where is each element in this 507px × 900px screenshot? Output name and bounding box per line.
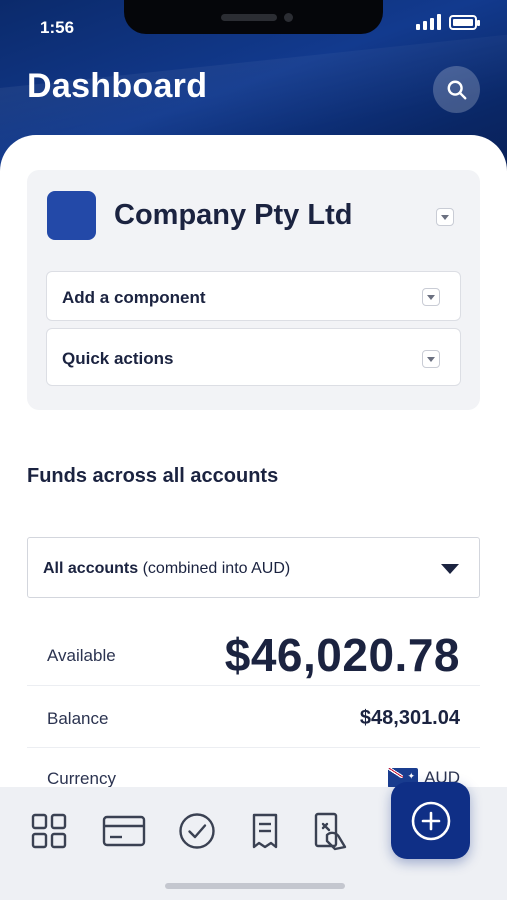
- accounts-select-note: (combined into AUD): [142, 560, 291, 577]
- quick-actions-label: Quick actions: [62, 349, 174, 368]
- company-card: Company Pty Ltd Add a component Quick ac…: [27, 170, 480, 410]
- payments-icon: [314, 812, 347, 851]
- caret-down-icon: [441, 564, 459, 574]
- nav-approvals-button[interactable]: [177, 811, 217, 851]
- signal-icon: [416, 14, 441, 30]
- nav-payments-button[interactable]: [311, 811, 351, 851]
- currency-label: Currency: [47, 769, 116, 788]
- home-indicator: [165, 883, 345, 889]
- status-icons: [416, 14, 480, 30]
- add-fab-button[interactable]: [391, 782, 470, 859]
- accounts-select[interactable]: All accounts (combined into AUD): [27, 537, 480, 598]
- battery-icon: [449, 14, 480, 30]
- notch-speaker: [221, 14, 277, 21]
- chevron-down-icon: [422, 288, 440, 306]
- search-icon: [447, 80, 466, 99]
- available-label: Available: [47, 646, 116, 665]
- add-component-row[interactable]: Add a component: [46, 271, 461, 321]
- company-name: Company Pty Ltd: [114, 199, 353, 231]
- dashboard-grid-icon: [31, 813, 67, 849]
- status-time: 1:56: [40, 18, 75, 37]
- company-switch-dropdown[interactable]: [436, 208, 454, 226]
- nav-dashboard-button[interactable]: [29, 811, 69, 851]
- available-value: $46,020.78: [224, 629, 460, 681]
- approvals-check-icon: [179, 813, 215, 849]
- receipt-icon: [252, 813, 278, 849]
- balance-label: Balance: [47, 709, 109, 728]
- available-row: Available $46,020.78: [27, 598, 480, 686]
- card-icon: [102, 815, 146, 847]
- company-logo: [47, 191, 96, 240]
- notch-camera: [284, 13, 293, 22]
- quick-actions-row[interactable]: Quick actions: [46, 328, 461, 386]
- phone-screen: 1:56 Dashboard Company Pty Ltd Add a com…: [0, 0, 507, 900]
- funds-section-title: Funds across all accounts: [27, 465, 279, 487]
- device-notch: [124, 0, 383, 34]
- add-circle-icon: [411, 801, 450, 840]
- balance-value: $48,301.04: [359, 707, 460, 729]
- search-button[interactable]: [433, 66, 480, 113]
- nav-receipts-button[interactable]: [245, 811, 285, 851]
- chevron-down-icon: [422, 350, 440, 368]
- nav-cards-button[interactable]: [101, 811, 147, 851]
- accounts-select-value: All accounts (combined into AUD): [43, 560, 290, 578]
- balance-row: Balance $48,301.04: [27, 687, 480, 748]
- add-component-label: Add a component: [62, 288, 206, 307]
- page-title: Dashboard: [27, 67, 208, 105]
- accounts-select-strong: All accounts: [43, 560, 139, 577]
